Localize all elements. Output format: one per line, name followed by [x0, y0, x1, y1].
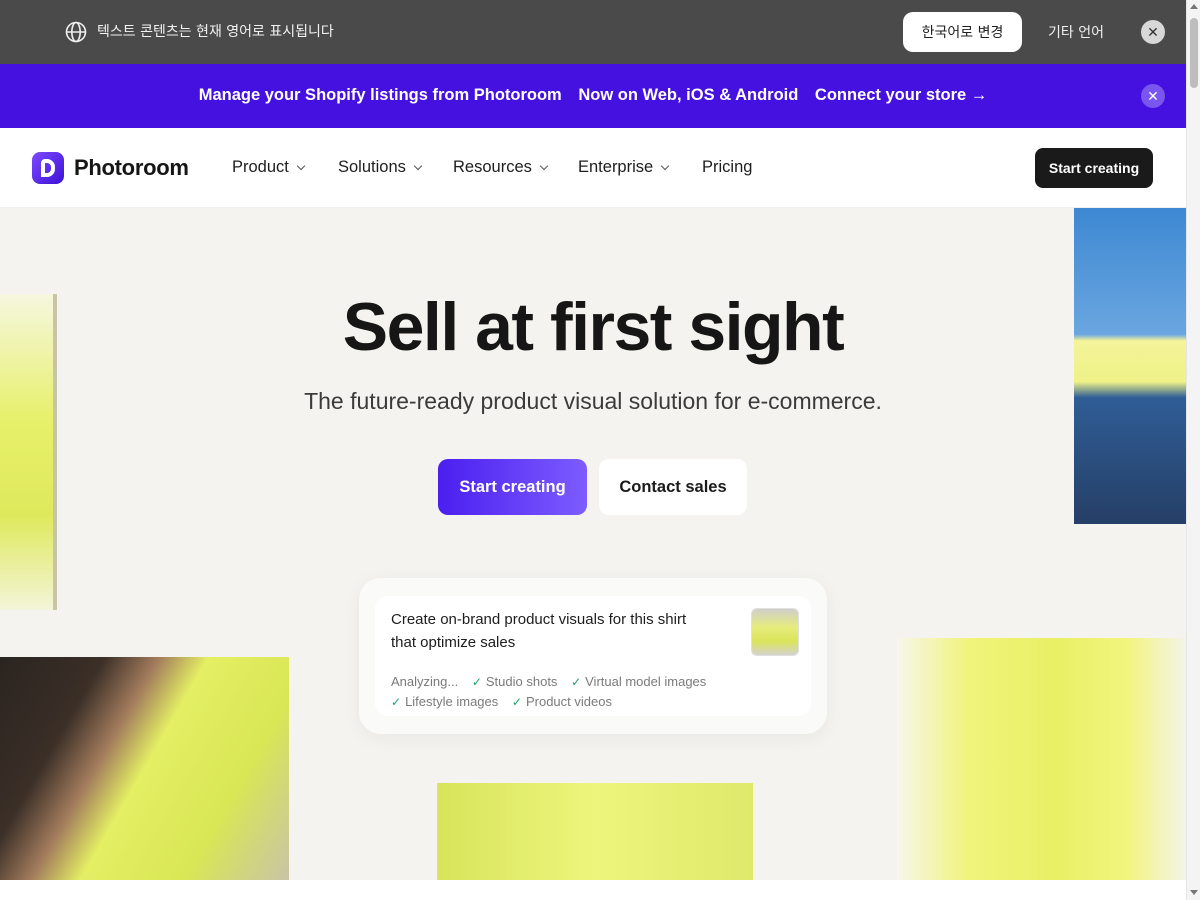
- contact-sales-button[interactable]: Contact sales: [599, 459, 747, 515]
- chevron-down-icon: [296, 161, 306, 170]
- hero-section: Sell at first sight The future-ready pro…: [0, 208, 1186, 880]
- shirt-image-bottom-right: [897, 638, 1186, 880]
- close-icon[interactable]: ✕: [1141, 20, 1165, 44]
- status-label: Analyzing...: [391, 674, 459, 689]
- chevron-down-icon: [413, 161, 423, 170]
- connect-store-link[interactable]: Connect your store →: [815, 86, 987, 104]
- promo-message: Manage your Shopify listings from Photor…: [198, 86, 562, 104]
- translate-message: 텍스트 콘텐츠는 현재 영어로 표시됩니다: [97, 24, 334, 40]
- photoroom-logo-icon[interactable]: [32, 152, 64, 184]
- start-creating-button[interactable]: Start creating: [438, 459, 587, 515]
- tag-studio-shots: ✓ Studio shots: [472, 672, 558, 692]
- translate-bar: 텍스트 콘텐츠는 현재 영어로 표시됩니다 한국어로 변경 기타 언어 ✕: [0, 0, 1186, 64]
- other-languages-button[interactable]: 기타 언어: [1034, 12, 1118, 52]
- tag-product-videos: ✓ Product videos: [512, 692, 612, 712]
- nav-item-label: Product: [232, 158, 289, 176]
- hero-subtitle: The future-ready product visual solution…: [304, 388, 882, 414]
- start-creating-nav-button[interactable]: Start creating: [1035, 148, 1153, 188]
- analyzing-status: Analyzing...: [391, 672, 458, 692]
- scrollbar-thumb[interactable]: [1190, 18, 1198, 88]
- check-icon: ✓: [571, 675, 582, 689]
- nav-item-resources[interactable]: Resources: [453, 158, 549, 177]
- nav-item-enterprise[interactable]: Enterprise: [578, 158, 670, 177]
- model-image-top-right: [1074, 208, 1186, 524]
- shirt-thumbnail: [751, 608, 799, 656]
- promo-platforms: Now on Web, iOS & Android: [578, 86, 799, 104]
- nav-item-label: Pricing: [702, 158, 753, 176]
- scrollbar[interactable]: [1186, 0, 1200, 900]
- promo-banner: Manage your Shopify listings from Photor…: [0, 64, 1186, 128]
- prompt-text: Create on-brand product visuals for this…: [391, 611, 687, 651]
- scroll-down-icon[interactable]: [1190, 890, 1198, 895]
- hero-title: Sell at first sight: [342, 289, 845, 365]
- nav-item-pricing[interactable]: Pricing: [702, 158, 752, 177]
- tag-lifestyle: ✓ Lifestyle images: [391, 692, 498, 712]
- nav-item-solutions[interactable]: Solutions: [338, 158, 423, 177]
- change-language-button[interactable]: 한국어로 변경: [903, 12, 1022, 52]
- tag-label: Lifestyle images: [405, 694, 499, 709]
- nav-item-label: Enterprise: [578, 158, 654, 176]
- prompt-tags: Analyzing... ✓ Studio shots ✓ Virtual mode…: [391, 672, 751, 712]
- tag-label: Studio shots: [485, 674, 558, 689]
- check-icon: ✓: [471, 675, 482, 689]
- close-icon[interactable]: ✕: [1141, 84, 1165, 108]
- nav-item-label: Solutions: [338, 158, 406, 176]
- tag-label: Virtual model images: [585, 674, 707, 689]
- check-icon: ✓: [511, 695, 522, 709]
- nav-item-label: Resources: [453, 158, 532, 176]
- model-image-bottom-left: [0, 657, 289, 880]
- shirt-detail-image: [437, 783, 753, 880]
- globe-icon: [65, 21, 87, 43]
- chevron-down-icon: [660, 161, 670, 170]
- check-icon: ✓: [391, 695, 402, 709]
- tag-label: Product videos: [525, 694, 612, 709]
- chevron-down-icon: [539, 161, 549, 170]
- promo-text: Manage your Shopify listings from Photor…: [0, 86, 1186, 105]
- brand-name[interactable]: Photoroom: [74, 155, 189, 181]
- tag-virtual-model: ✓ Virtual model images: [571, 672, 706, 692]
- scroll-up-icon[interactable]: [1190, 4, 1198, 9]
- page-bottom: [0, 880, 1186, 900]
- prompt-card: Create on-brand product visuals for this…: [375, 596, 811, 716]
- main-navigation: Photoroom Product Solutions Resources En…: [0, 128, 1186, 208]
- nav-item-product[interactable]: Product: [232, 158, 306, 177]
